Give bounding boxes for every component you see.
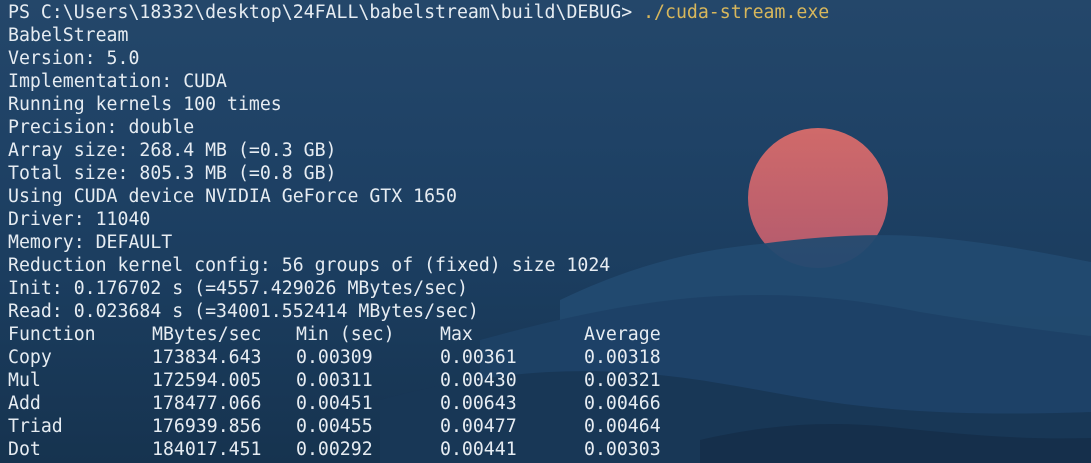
output-line: Using CUDA device NVIDIA GeForce GTX 165… (8, 186, 457, 207)
output-line: Init: 0.176702 s (=4557.429026 MBytes/se… (8, 278, 468, 299)
cell-average: 0.00464 (584, 416, 661, 437)
results-row: Add 178477.066 0.00451 0.00643 0.00466 (8, 392, 1088, 415)
cell-function: Dot (8, 439, 41, 460)
results-row: Dot 184017.451 0.00292 0.00441 0.00303 (8, 438, 1088, 461)
cell-average: 0.00318 (584, 347, 661, 368)
output-line: Array size: 268.4 MB (=0.3 GB) (8, 140, 337, 161)
output-line: Running kernels 100 times (8, 94, 282, 115)
header-max: Max (440, 324, 473, 345)
output-line: Memory: DEFAULT (8, 232, 173, 253)
command-text: ./cuda-stream.exe (643, 2, 830, 23)
cell-function: Add (8, 393, 41, 414)
terminal-output: PS C:\Users\18332\desktop\24FALL\babelst… (8, 1, 1088, 461)
cell-max: 0.00477 (440, 416, 517, 437)
header-average: Average (584, 324, 661, 345)
cell-function: Copy (8, 347, 52, 368)
output-line: Precision: double (8, 117, 195, 138)
cell-max: 0.00643 (440, 393, 517, 414)
cell-mbytes: 176939.856 (152, 416, 262, 437)
cell-max: 0.00361 (440, 347, 517, 368)
results-header-row: Function MBytes/sec Min (sec) Max Averag… (8, 323, 1088, 346)
cell-max: 0.00430 (440, 370, 517, 391)
prompt-line: PS C:\Users\18332\desktop\24FALL\babelst… (8, 1, 1088, 24)
cell-min: 0.00451 (296, 393, 373, 414)
cell-min: 0.00309 (296, 347, 373, 368)
cell-min: 0.00311 (296, 370, 373, 391)
cell-mbytes: 178477.066 (152, 393, 262, 414)
output-line: Reduction kernel config: 56 groups of (f… (8, 255, 611, 276)
cell-mbytes: 184017.451 (152, 439, 262, 460)
cell-min: 0.00455 (296, 416, 373, 437)
cell-mbytes: 172594.005 (152, 370, 262, 391)
cell-average: 0.00303 (584, 439, 661, 460)
results-row: Copy 173834.643 0.00309 0.00361 0.00318 (8, 346, 1088, 369)
header-function: Function (8, 324, 96, 345)
output-line: Implementation: CUDA (8, 71, 227, 92)
output-line: Read: 0.023684 s (=34001.552414 MBytes/s… (8, 301, 479, 322)
cell-max: 0.00441 (440, 439, 517, 460)
output-line: BabelStream (8, 25, 129, 46)
shell-prompt: PS C:\Users\18332\desktop\24FALL\babelst… (8, 2, 644, 23)
output-line: Driver: 11040 (8, 209, 151, 230)
cell-min: 0.00292 (296, 439, 373, 460)
header-mbytes: MBytes/sec (152, 324, 262, 345)
terminal-window[interactable]: PS C:\Users\18332\desktop\24FALL\babelst… (0, 0, 1091, 463)
output-line: Version: 5.0 (8, 48, 140, 69)
cell-mbytes: 173834.643 (152, 347, 262, 368)
results-row: Triad 176939.856 0.00455 0.00477 0.00464 (8, 415, 1088, 438)
results-row: Mul 172594.005 0.00311 0.00430 0.00321 (8, 369, 1088, 392)
cell-function: Mul (8, 370, 41, 391)
cell-function: Triad (8, 416, 63, 437)
output-line: Total size: 805.3 MB (=0.8 GB) (8, 163, 337, 184)
cell-average: 0.00466 (584, 393, 661, 414)
header-min: Min (sec) (296, 324, 395, 345)
cell-average: 0.00321 (584, 370, 661, 391)
